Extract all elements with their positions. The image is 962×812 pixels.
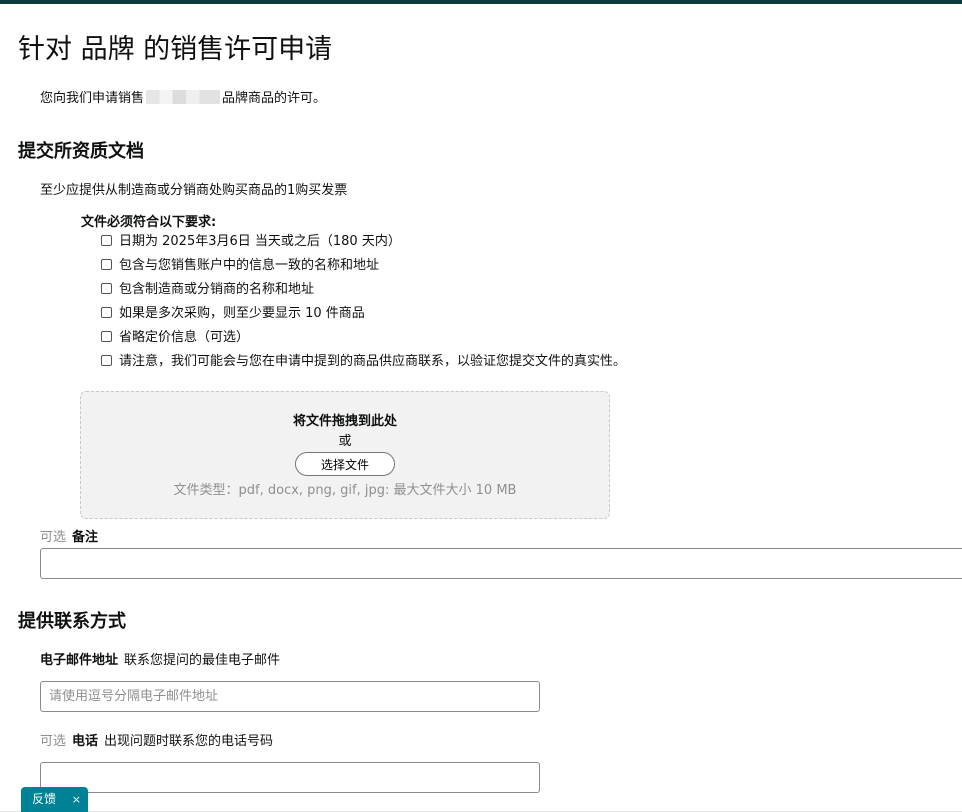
requirement-label: 请注意，我们可能会与您在申请中提到的商品供应商联系，以验证您提交文件的真实性。	[119, 354, 627, 369]
feedback-tab[interactable]: 反馈 ×	[21, 787, 88, 812]
requirement-checkbox[interactable]	[101, 283, 112, 294]
page-title: 针对 品牌 的销售许可申请	[18, 34, 333, 65]
requirement-label: 包含与您销售账户中的信息一致的名称和地址	[119, 258, 380, 273]
requirements-list: 日期为 2025年3月6日 当天或之后（180 天内） 包含与您销售账户中的信息…	[101, 232, 626, 376]
requirement-label: 如果是多次采购，则至少要显示 10 件商品	[119, 306, 365, 321]
documents-description: 至少应提供从制造商或分销商处购买商品的1购买发票	[40, 183, 348, 198]
requirement-checkbox[interactable]	[101, 331, 112, 342]
email-input[interactable]	[40, 681, 540, 712]
notes-optional-tag: 可选	[40, 530, 67, 545]
requirement-item: 如果是多次采购，则至少要显示 10 件商品	[101, 304, 626, 328]
email-label-text: 电子邮件地址	[40, 653, 119, 668]
intro-suffix: 品牌商品的许可。	[222, 91, 327, 106]
intro-prefix: 您向我们申请销售	[40, 91, 145, 106]
redacted-brand	[146, 90, 221, 104]
requirement-item: 省略定价信息（可选）	[101, 328, 626, 352]
close-icon[interactable]: ×	[72, 787, 81, 812]
dropzone-file-types: 文件类型：pdf, docx, png, gif, jpg: 最大文件大小 10…	[173, 483, 517, 498]
phone-optional-tag: 可选	[40, 734, 67, 749]
requirement-item: 包含制造商或分销商的名称和地址	[101, 280, 626, 304]
file-dropzone[interactable]: 将文件拖拽到此处 或 选择文件 文件类型：pdf, docx, png, gif…	[80, 391, 610, 519]
dropzone-or: 或	[338, 434, 352, 449]
requirement-label: 省略定价信息（可选）	[119, 330, 250, 345]
intro-text: 您向我们申请销售 品牌商品的许可。	[40, 89, 326, 109]
requirement-checkbox[interactable]	[101, 259, 112, 270]
contact-heading: 提供联系方式	[18, 611, 126, 632]
phone-hint: 出现问题时联系您的电话号码	[104, 734, 274, 749]
requirement-label: 日期为 2025年3月6日 当天或之后（180 天内）	[119, 234, 401, 249]
phone-label: 可选 电话 出现问题时联系您的电话号码	[40, 733, 273, 751]
phone-label-text: 电话	[72, 734, 99, 749]
requirement-checkbox[interactable]	[101, 307, 112, 318]
requirement-checkbox[interactable]	[101, 355, 112, 366]
dropzone-title: 将文件拖拽到此处	[292, 414, 397, 429]
email-hint: 联系您提问的最佳电子邮件	[124, 653, 281, 668]
choose-file-button[interactable]: 选择文件	[295, 452, 395, 476]
notes-label-text: 备注	[72, 530, 99, 545]
top-accent-bar	[0, 0, 962, 4]
requirement-label: 包含制造商或分销商的名称和地址	[119, 282, 315, 297]
documents-heading: 提交所资质文档	[18, 141, 144, 162]
feedback-label[interactable]: 反馈	[32, 787, 56, 812]
requirement-item: 包含与您销售账户中的信息一致的名称和地址	[101, 256, 626, 280]
requirement-item: 请注意，我们可能会与您在申请中提到的商品供应商联系，以验证您提交文件的真实性。	[101, 352, 626, 376]
requirement-item: 日期为 2025年3月6日 当天或之后（180 天内）	[101, 232, 626, 256]
notes-label: 可选 备注	[40, 529, 104, 547]
phone-input[interactable]	[40, 762, 540, 793]
requirement-checkbox[interactable]	[101, 235, 112, 246]
notes-input[interactable]	[40, 548, 962, 579]
requirements-title: 文件必须符合以下要求:	[81, 215, 217, 230]
email-label: 电子邮件地址 联系您提问的最佳电子邮件	[40, 652, 280, 670]
